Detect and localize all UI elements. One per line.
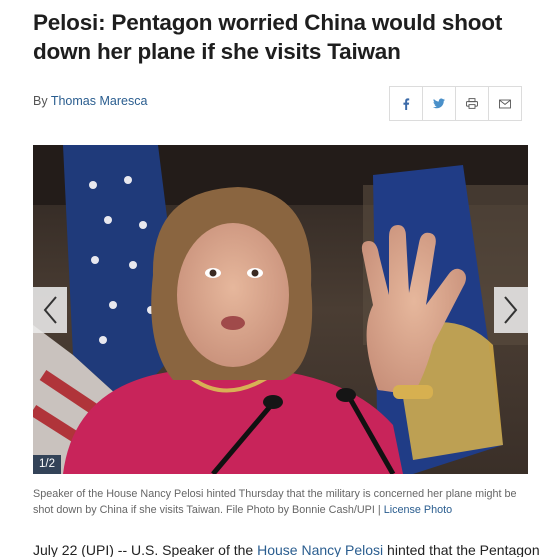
headline-line-2: down her plane if she visits Taiwan xyxy=(33,39,401,64)
pelosi-photo-image xyxy=(33,145,528,474)
twitter-icon xyxy=(433,98,445,109)
caption-separator: | xyxy=(374,504,384,516)
email-icon xyxy=(499,99,511,108)
gallery-counter: 1/2 xyxy=(33,455,61,474)
share-bar xyxy=(389,86,522,121)
chevron-right-icon xyxy=(504,296,518,324)
share-email-button[interactable] xyxy=(488,86,522,121)
article-headline: Pelosi: Pentagon worried China would sho… xyxy=(33,8,503,66)
facebook-icon xyxy=(403,97,410,110)
share-print-button[interactable] xyxy=(455,86,489,121)
share-facebook-button[interactable] xyxy=(389,86,423,121)
headline-line-1: Pelosi: Pentagon worried China would sho… xyxy=(33,10,503,35)
byline-prefix: By xyxy=(33,94,48,108)
gallery-next-button[interactable] xyxy=(494,287,528,333)
print-icon xyxy=(466,98,478,109)
article-photo[interactable]: 1/2 xyxy=(33,145,528,474)
gallery-prev-button[interactable] xyxy=(33,287,67,333)
author-link[interactable]: Thomas Maresca xyxy=(51,94,148,108)
lead-text-start: July 22 (UPI) -- U.S. Speaker of the xyxy=(33,542,258,557)
chevron-left-icon xyxy=(43,296,57,324)
share-twitter-button[interactable] xyxy=(422,86,456,121)
house-nancy-pelosi-link[interactable]: House Nancy Pelosi xyxy=(257,542,383,557)
lead-text-end: hinted that the Pentagon xyxy=(383,542,540,557)
byline: By Thomas Maresca xyxy=(33,94,147,108)
photo-caption: Speaker of the House Nancy Pelosi hinted… xyxy=(33,486,523,518)
article-lead-paragraph: July 22 (UPI) -- U.S. Speaker of the Hou… xyxy=(33,540,540,557)
license-photo-link[interactable]: License Photo xyxy=(384,504,452,516)
